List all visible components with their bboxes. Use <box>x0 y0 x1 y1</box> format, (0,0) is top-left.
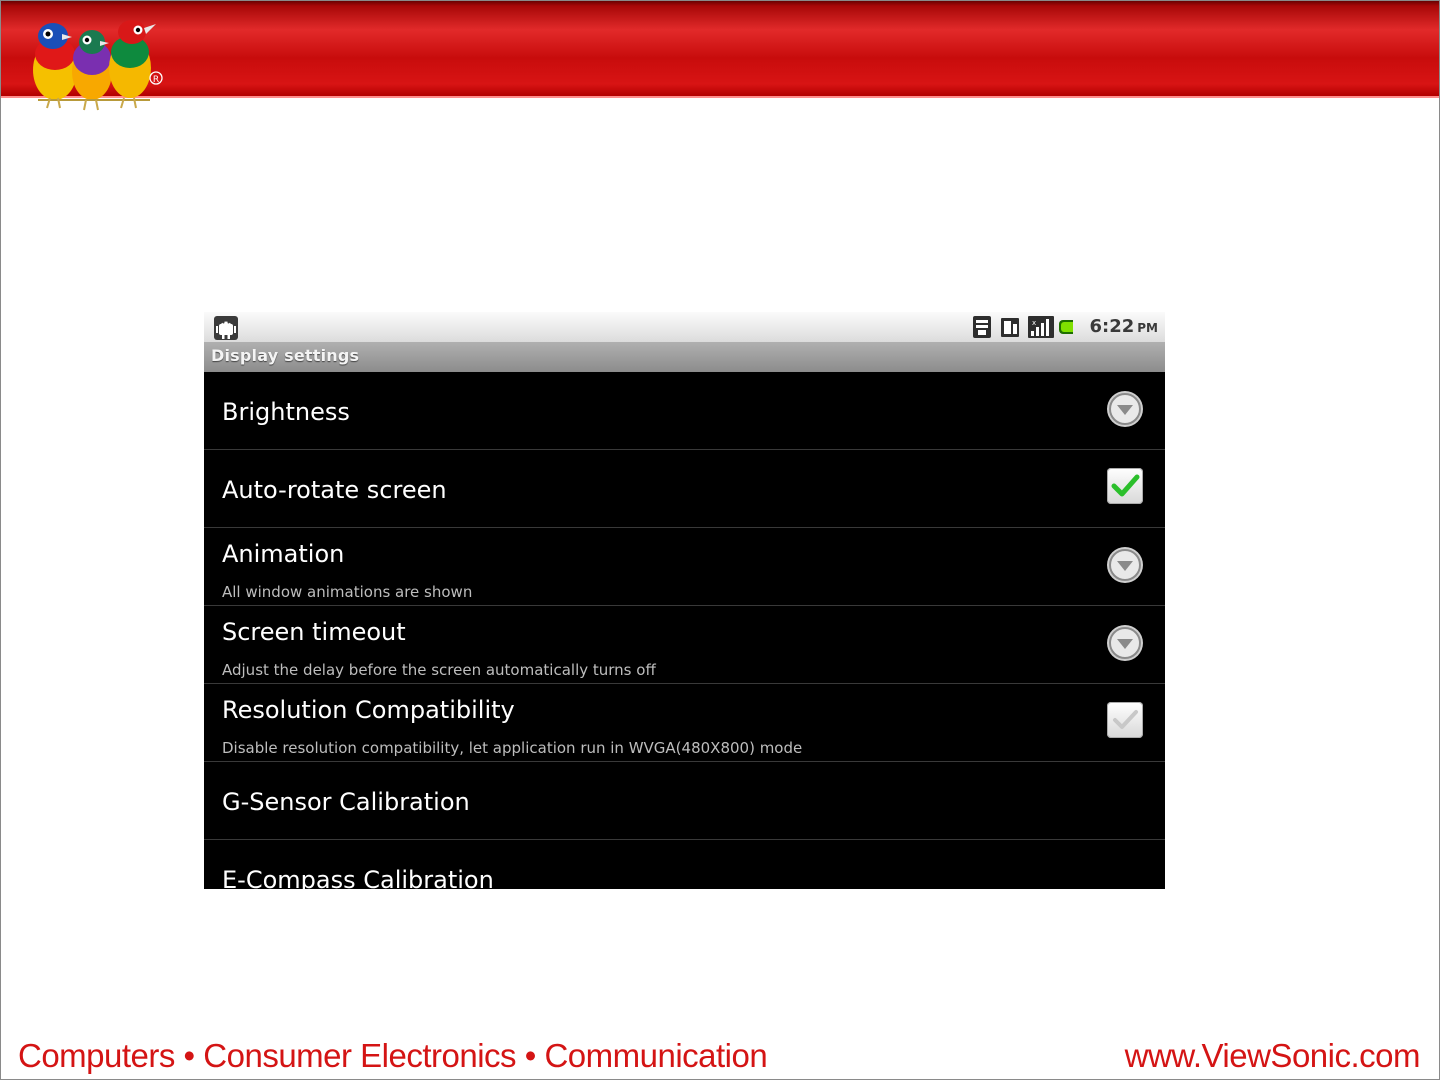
setting-title: Brightness <box>222 398 350 426</box>
dropdown-arrow-icon[interactable] <box>1106 624 1144 662</box>
setting-summary: Adjust the delay before the screen autom… <box>222 661 656 679</box>
footer-tagline: Computers • Consumer Electronics • Commu… <box>18 1037 768 1074</box>
dropdown-arrow-icon[interactable] <box>1106 390 1144 428</box>
checkmark-icon <box>1111 474 1140 497</box>
setting-title: Animation <box>222 540 345 568</box>
setting-summary: All window animations are shown <box>222 583 473 601</box>
header-banner <box>0 0 1440 96</box>
status-clock: 6:22 PM <box>1089 316 1158 337</box>
setting-auto-rotate[interactable]: Auto-rotate screen <box>204 450 1165 528</box>
setting-animation[interactable]: Animation All window animations are show… <box>204 528 1165 606</box>
sd-card-icon <box>973 316 991 338</box>
setting-title: Resolution Compatibility <box>222 696 515 724</box>
resolution-compatibility-checkbox[interactable] <box>1107 702 1143 738</box>
setting-summary: Disable resolution compatibility, let ap… <box>222 739 803 757</box>
device-screen: x 6:22 PM Display settings Brightness Aut… <box>204 312 1165 889</box>
viewsonic-birds-logo: R <box>33 20 163 111</box>
android-debug-icon[interactable] <box>214 316 238 340</box>
setting-title: Screen timeout <box>222 618 406 646</box>
screen-title: Display settings <box>211 346 360 365</box>
setting-title: G-Sensor Calibration <box>222 788 470 816</box>
setting-resolution-compatibility[interactable]: Resolution Compatibility Disable resolut… <box>204 684 1165 762</box>
setting-screen-timeout[interactable]: Screen timeout Adjust the delay before t… <box>204 606 1165 684</box>
setting-title: E-Compass Calibration <box>222 866 494 889</box>
footer-website: www.ViewSonic.com <box>1124 1037 1421 1074</box>
header-divider <box>0 96 1440 98</box>
setting-brightness[interactable]: Brightness <box>204 372 1165 450</box>
signal-strength-icon: x <box>1028 316 1054 338</box>
settings-list: Brightness Auto-rotate screen Animation … <box>204 372 1165 889</box>
battery-icon <box>1059 320 1073 334</box>
svg-text:x: x <box>1032 319 1036 327</box>
svg-text:R: R <box>153 75 159 85</box>
setting-e-compass-calibration[interactable]: E-Compass Calibration <box>204 840 1165 889</box>
setting-title: Auto-rotate screen <box>222 476 447 504</box>
dropdown-arrow-icon[interactable] <box>1106 546 1144 584</box>
screen-title-bar: Display settings <box>204 342 1165 372</box>
auto-rotate-checkbox[interactable] <box>1107 468 1143 504</box>
status-bar: x 6:22 PM <box>204 312 1165 342</box>
sim-card-icon <box>1001 318 1019 337</box>
setting-g-sensor-calibration[interactable]: G-Sensor Calibration <box>204 762 1165 840</box>
checkmark-icon <box>1113 710 1138 729</box>
